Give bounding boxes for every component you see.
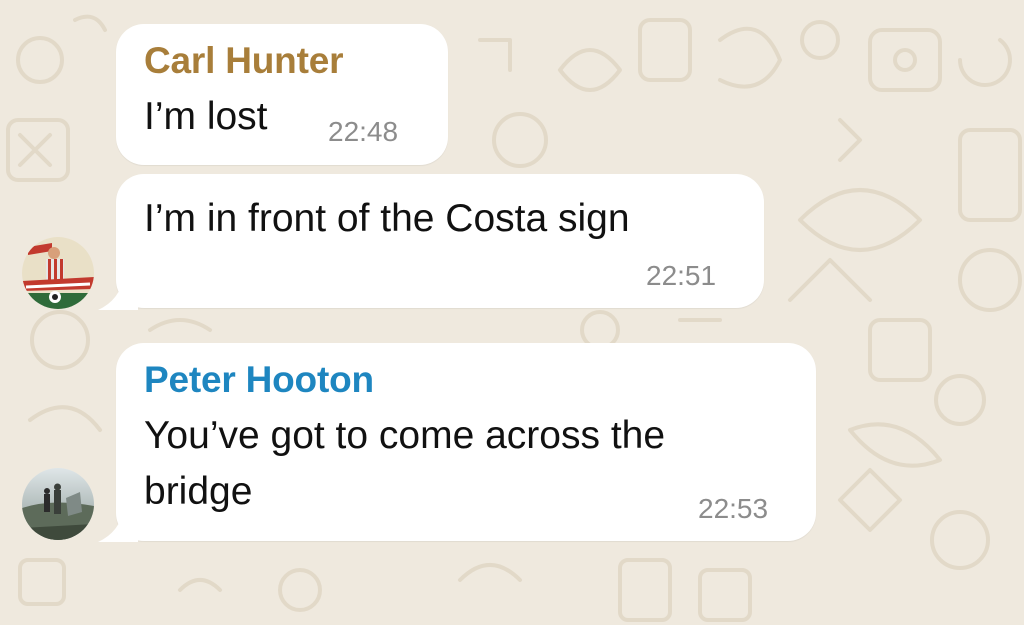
message-bubble-costa[interactable]: I’m in front of the Costa sign 22:51 bbox=[116, 174, 764, 308]
message-bubble-peter[interactable]: Peter Hooton You’ve got to come across t… bbox=[116, 343, 816, 541]
message-timestamp: 22:48 bbox=[328, 116, 399, 147]
avatar-peter-hooton[interactable] bbox=[22, 468, 94, 540]
message-text-line-1: You’ve got to come across the bbox=[144, 414, 666, 457]
message-text: I’m in front of the Costa sign bbox=[144, 197, 630, 240]
bubble-tail bbox=[98, 276, 138, 310]
photo-avatar-icon bbox=[22, 468, 94, 540]
message-bubble-carl[interactable]: Carl Hunter I’m lost 22:48 bbox=[116, 24, 448, 165]
sender-name[interactable]: Carl Hunter bbox=[144, 40, 343, 82]
album-cover-avatar-icon bbox=[22, 237, 94, 309]
bubble-tail bbox=[98, 508, 138, 542]
message-timestamp: 22:51 bbox=[646, 260, 717, 291]
sender-name[interactable]: Peter Hooton bbox=[144, 359, 374, 401]
message-timestamp: 22:53 bbox=[698, 493, 769, 524]
message-text-line-2: bridge bbox=[144, 470, 253, 513]
message-text: I’m lost bbox=[144, 95, 268, 138]
avatar-carl-hunter[interactable] bbox=[22, 237, 94, 309]
